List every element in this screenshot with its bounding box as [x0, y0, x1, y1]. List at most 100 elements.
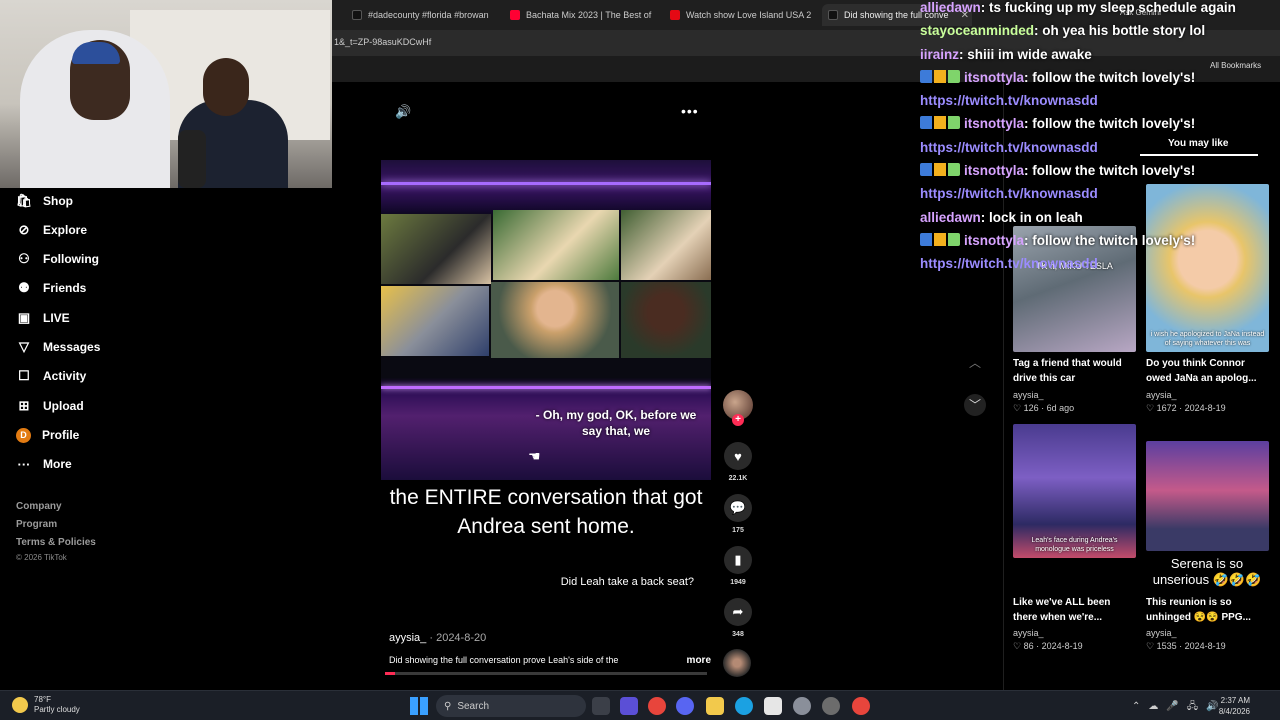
- system-clock[interactable]: 2:37 AM 8/4/2026: [1219, 695, 1250, 717]
- copilot-icon[interactable]: [620, 697, 638, 715]
- chevron-down-icon[interactable]: ﹀: [964, 394, 986, 416]
- chat-link-line[interactable]: https://twitch.tv/knownasdd: [920, 89, 1280, 112]
- chat-message: stayoceanminded: oh yea his bottle story…: [920, 19, 1280, 42]
- sidebar-item-profile[interactable]: D Profile: [16, 423, 79, 447]
- chat-username[interactable]: itsnottyla: [964, 116, 1024, 131]
- streamer-cap: [72, 42, 120, 64]
- task-view-icon[interactable]: [592, 697, 610, 715]
- clock-date: 8/4/2026: [1218, 707, 1250, 716]
- chat-username[interactable]: itsnottyla: [964, 70, 1024, 85]
- chat-badges-icon: [920, 232, 960, 246]
- chevron-up-icon[interactable]: ︿: [964, 352, 986, 374]
- rec-date: 2024-8-19: [1184, 641, 1226, 651]
- chat-message: itsnottyla: follow the twitch lovely's!: [920, 66, 1280, 89]
- chat-username[interactable]: itsnottyla: [964, 163, 1024, 178]
- chat-link-line[interactable]: https://twitch.tv/knownasdd: [920, 182, 1280, 205]
- save-button[interactable]: ▮ 1949: [724, 546, 752, 586]
- chat-link[interactable]: https://twitch.tv/knownasdd: [920, 93, 1098, 108]
- system-tray[interactable]: ⌃☁🎤🖧🔊: [1132, 699, 1226, 716]
- chat-message-text: : follow the twitch lovely's!: [1024, 69, 1196, 85]
- rec-title[interactable]: Do you think Connor owed JaNa an apolog.…: [1146, 356, 1264, 386]
- mouse-cursor-icon: ☚: [528, 448, 541, 464]
- bookmark-icon: ▮: [724, 546, 752, 574]
- sidebar-item-live[interactable]: ▣ LIVE: [16, 306, 70, 330]
- discord-icon[interactable]: [676, 697, 694, 715]
- rec-author[interactable]: ayysia_: [1146, 389, 1177, 401]
- chat-message: iirainz: shiii im wide awake: [920, 43, 1280, 66]
- microphone: [178, 130, 206, 188]
- sidebar-item-explore[interactable]: ⊘ Explore: [16, 218, 87, 242]
- chat-link[interactable]: https://twitch.tv/knownasdd: [920, 256, 1098, 271]
- video-progress-bar[interactable]: [385, 672, 707, 675]
- tiktok-favicon-icon: [828, 10, 838, 20]
- chat-username[interactable]: alliedawn: [920, 0, 981, 15]
- share-count: 348: [732, 631, 744, 638]
- sidebar-item-activity[interactable]: ☐ Activity: [16, 364, 86, 388]
- video-author-row[interactable]: ayysia_ · 2024-8-20: [389, 632, 486, 644]
- footer-link-terms[interactable]: Terms & Policies: [16, 537, 96, 548]
- sidebar-item-messages[interactable]: ▽ Messages: [16, 335, 100, 359]
- sidebar-item-following[interactable]: ⚇ Following: [16, 247, 99, 271]
- taskbar-search[interactable]: ⚲ Search: [436, 695, 586, 717]
- follow-plus-icon[interactable]: +: [732, 414, 744, 426]
- music-disc-icon[interactable]: [723, 649, 751, 677]
- chat-link-line[interactable]: https://twitch.tv/knownasdd: [920, 136, 1280, 159]
- chat-message: alliedawn: ts fucking up my sleep schedu…: [920, 0, 1280, 19]
- rec-title[interactable]: Tag a friend that would drive this car: [1013, 356, 1131, 386]
- weather-widget[interactable]: 78°F Partly cloudy: [12, 695, 80, 715]
- rec-author[interactable]: ayysia_: [1013, 389, 1044, 401]
- video-question-text: Did Leah take a back seat?: [560, 576, 694, 588]
- browser-tab[interactable]: Bachata Mix 2023 | The Best of ✕: [504, 4, 656, 26]
- url-text[interactable]: 1&_t=ZP-98asuKDCwHf: [334, 37, 431, 47]
- sidebar-item-friends[interactable]: ⚉ Friends: [16, 276, 86, 300]
- rec-title[interactable]: This reunion is so unhinged 😵😵 PPG...: [1146, 595, 1264, 625]
- chat-username[interactable]: iirainz: [920, 47, 959, 62]
- video-card[interactable]: - Oh, my god, OK, before we say that, we…: [381, 160, 711, 675]
- rec-thumbnail-text: Leah's face during Andrea's monologue wa…: [1031, 537, 1118, 553]
- sidebar-item-shop[interactable]: 🛍 Shop: [16, 189, 73, 213]
- footer-link-program[interactable]: Program: [16, 519, 57, 530]
- edge-icon[interactable]: [735, 697, 753, 715]
- rec-title[interactable]: Like we've ALL been there when we're...: [1013, 595, 1131, 625]
- more-button[interactable]: more: [687, 655, 711, 666]
- more-options-icon[interactable]: •••: [681, 103, 699, 119]
- video-collage-tile: [381, 286, 489, 356]
- rec-stats: ♡ 1535 · 2024-8-19: [1146, 641, 1226, 651]
- browser-tab[interactable]: #dadecounty #florida #browan ✕: [346, 4, 496, 26]
- file-explorer-icon[interactable]: [706, 697, 724, 715]
- store-icon[interactable]: [764, 697, 782, 715]
- sidebar-item-more[interactable]: ··· More: [16, 452, 72, 476]
- share-button[interactable]: ➦ 348: [724, 598, 752, 638]
- rec-thumbnail[interactable]: [1146, 441, 1269, 551]
- rec-author[interactable]: ayysia_: [1146, 627, 1177, 639]
- obs-icon[interactable]: [822, 697, 840, 715]
- author-name[interactable]: ayysia_: [389, 632, 426, 644]
- tab-label: Watch show Love Island USA 2: [686, 10, 812, 20]
- search-label: Search: [457, 700, 490, 712]
- windows-start-icon[interactable]: [410, 697, 428, 715]
- footer-link-company[interactable]: Company: [16, 501, 62, 512]
- settings-icon[interactable]: [793, 697, 811, 715]
- chat-username[interactable]: itsnottyla: [964, 233, 1024, 248]
- chat-link[interactable]: https://twitch.tv/knownasdd: [920, 140, 1098, 155]
- chrome-icon[interactable]: [648, 697, 666, 715]
- chat-link[interactable]: https://twitch.tv/knownasdd: [920, 186, 1098, 201]
- weather-condition: Partly cloudy: [34, 705, 80, 714]
- video-frame[interactable]: - Oh, my god, OK, before we say that, we: [381, 160, 711, 480]
- comment-button[interactable]: 💬 175: [724, 494, 752, 534]
- video-caption: the ENTIRE conversation that got Andrea …: [389, 486, 703, 538]
- weather-icon: [12, 697, 28, 713]
- sidebar-item-upload[interactable]: ⊞ Upload: [16, 394, 84, 418]
- rec-author[interactable]: ayysia_: [1013, 627, 1044, 639]
- browser-tab[interactable]: Watch show Love Island USA 2 ✕: [664, 4, 814, 26]
- like-button[interactable]: ♥ 22.1K: [724, 442, 752, 482]
- chat-username[interactable]: stayoceanminded: [920, 23, 1034, 38]
- chat-badges-icon: [920, 163, 960, 177]
- rec-thumbnail[interactable]: Leah's face during Andrea's monologue wa…: [1013, 424, 1136, 558]
- rec-stats: ♡ 86 · 2024-8-19: [1013, 641, 1083, 651]
- volume-icon[interactable]: 🔊: [395, 104, 411, 120]
- chat-username[interactable]: alliedawn: [920, 210, 981, 225]
- chrome-profile-icon[interactable]: [852, 697, 870, 715]
- chat-link-line[interactable]: https://twitch.tv/knownasdd: [920, 252, 1280, 275]
- sidebar-item-label: More: [43, 457, 72, 471]
